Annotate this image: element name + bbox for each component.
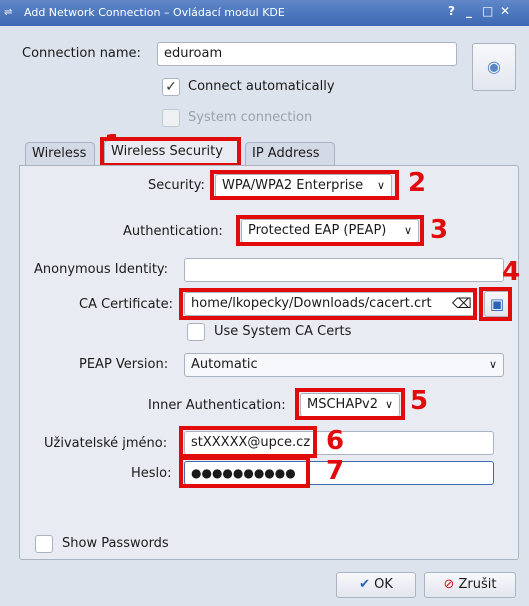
use-system-ca-label: Use System CA Certs <box>214 324 352 339</box>
highlight-ca-certificate <box>179 288 477 320</box>
cancel-button-label: Zrušit <box>458 577 497 592</box>
annotation-6: 6 <box>326 426 345 456</box>
show-passwords-label: Show Passwords <box>62 536 169 551</box>
ok-button-label: OK <box>374 577 393 592</box>
inner-authentication-label: Inner Authentication: <box>148 398 286 413</box>
authentication-label: Authentication: <box>123 224 223 239</box>
annotation-3: 3 <box>430 215 449 245</box>
help-button[interactable]: ? <box>448 4 455 18</box>
cancel-button[interactable]: ⊘ Zrušit <box>424 572 516 598</box>
show-passwords-checkbox[interactable] <box>35 535 53 553</box>
system-connection-label: System connection <box>188 110 313 125</box>
connect-automatically-label: Connect automatically <box>188 79 335 94</box>
check-icon: ✔ <box>359 577 370 592</box>
close-button[interactable]: ✕ <box>500 4 510 18</box>
password-label: Heslo: <box>131 466 172 481</box>
highlight-browse-button <box>479 287 512 321</box>
title-bar: ⇌ Add Network Connection – Ovládací modu… <box>0 0 529 26</box>
peap-version-select-value: Automatic <box>191 357 258 372</box>
ca-certificate-label: CA Certificate: <box>79 297 174 312</box>
anonymous-identity-label: Anonymous Identity: <box>34 262 169 277</box>
connection-name-label: Connection name: <box>22 46 141 61</box>
highlight-authentication <box>236 215 424 246</box>
chevron-down-icon: ∨ <box>488 358 497 371</box>
wireless-icon: ◉ <box>487 57 501 76</box>
tab-wireless[interactable]: Wireless <box>25 142 95 166</box>
annotation-7: 7 <box>326 456 345 486</box>
security-label: Security: <box>148 178 205 193</box>
use-system-ca-checkbox[interactable] <box>187 323 205 341</box>
connection-name-input[interactable]: eduroam <box>157 42 457 66</box>
highlight-security <box>210 170 399 200</box>
connection-icon-button[interactable]: ◉ <box>472 43 516 91</box>
highlight-password <box>179 456 310 488</box>
annotation-5: 5 <box>410 386 429 416</box>
highlight-username <box>179 426 317 458</box>
annotation-2: 2 <box>408 168 427 198</box>
window-title: Add Network Connection – Ovládací modul … <box>24 6 285 19</box>
connect-automatically-checkbox[interactable]: ✓ <box>162 78 180 96</box>
username-label: Uživatelské jméno: <box>44 436 168 451</box>
system-connection-checkbox[interactable] <box>162 109 180 127</box>
ok-button[interactable]: ✔ OK <box>336 572 416 598</box>
tab-ip-address[interactable]: IP Address <box>245 142 335 166</box>
annotation-4: 4 <box>502 257 521 287</box>
maximize-button[interactable]: □ <box>482 4 493 18</box>
minimize-button[interactable]: _ <box>466 4 472 18</box>
anonymous-identity-input[interactable] <box>184 258 504 282</box>
peap-version-select[interactable]: Automatic ∨ <box>184 353 504 377</box>
cancel-icon: ⊘ <box>443 577 455 592</box>
highlight-tab <box>100 137 241 167</box>
app-icon: ⇌ <box>4 7 13 18</box>
peap-version-label: PEAP Version: <box>79 357 169 372</box>
highlight-inner-authentication <box>295 388 405 420</box>
